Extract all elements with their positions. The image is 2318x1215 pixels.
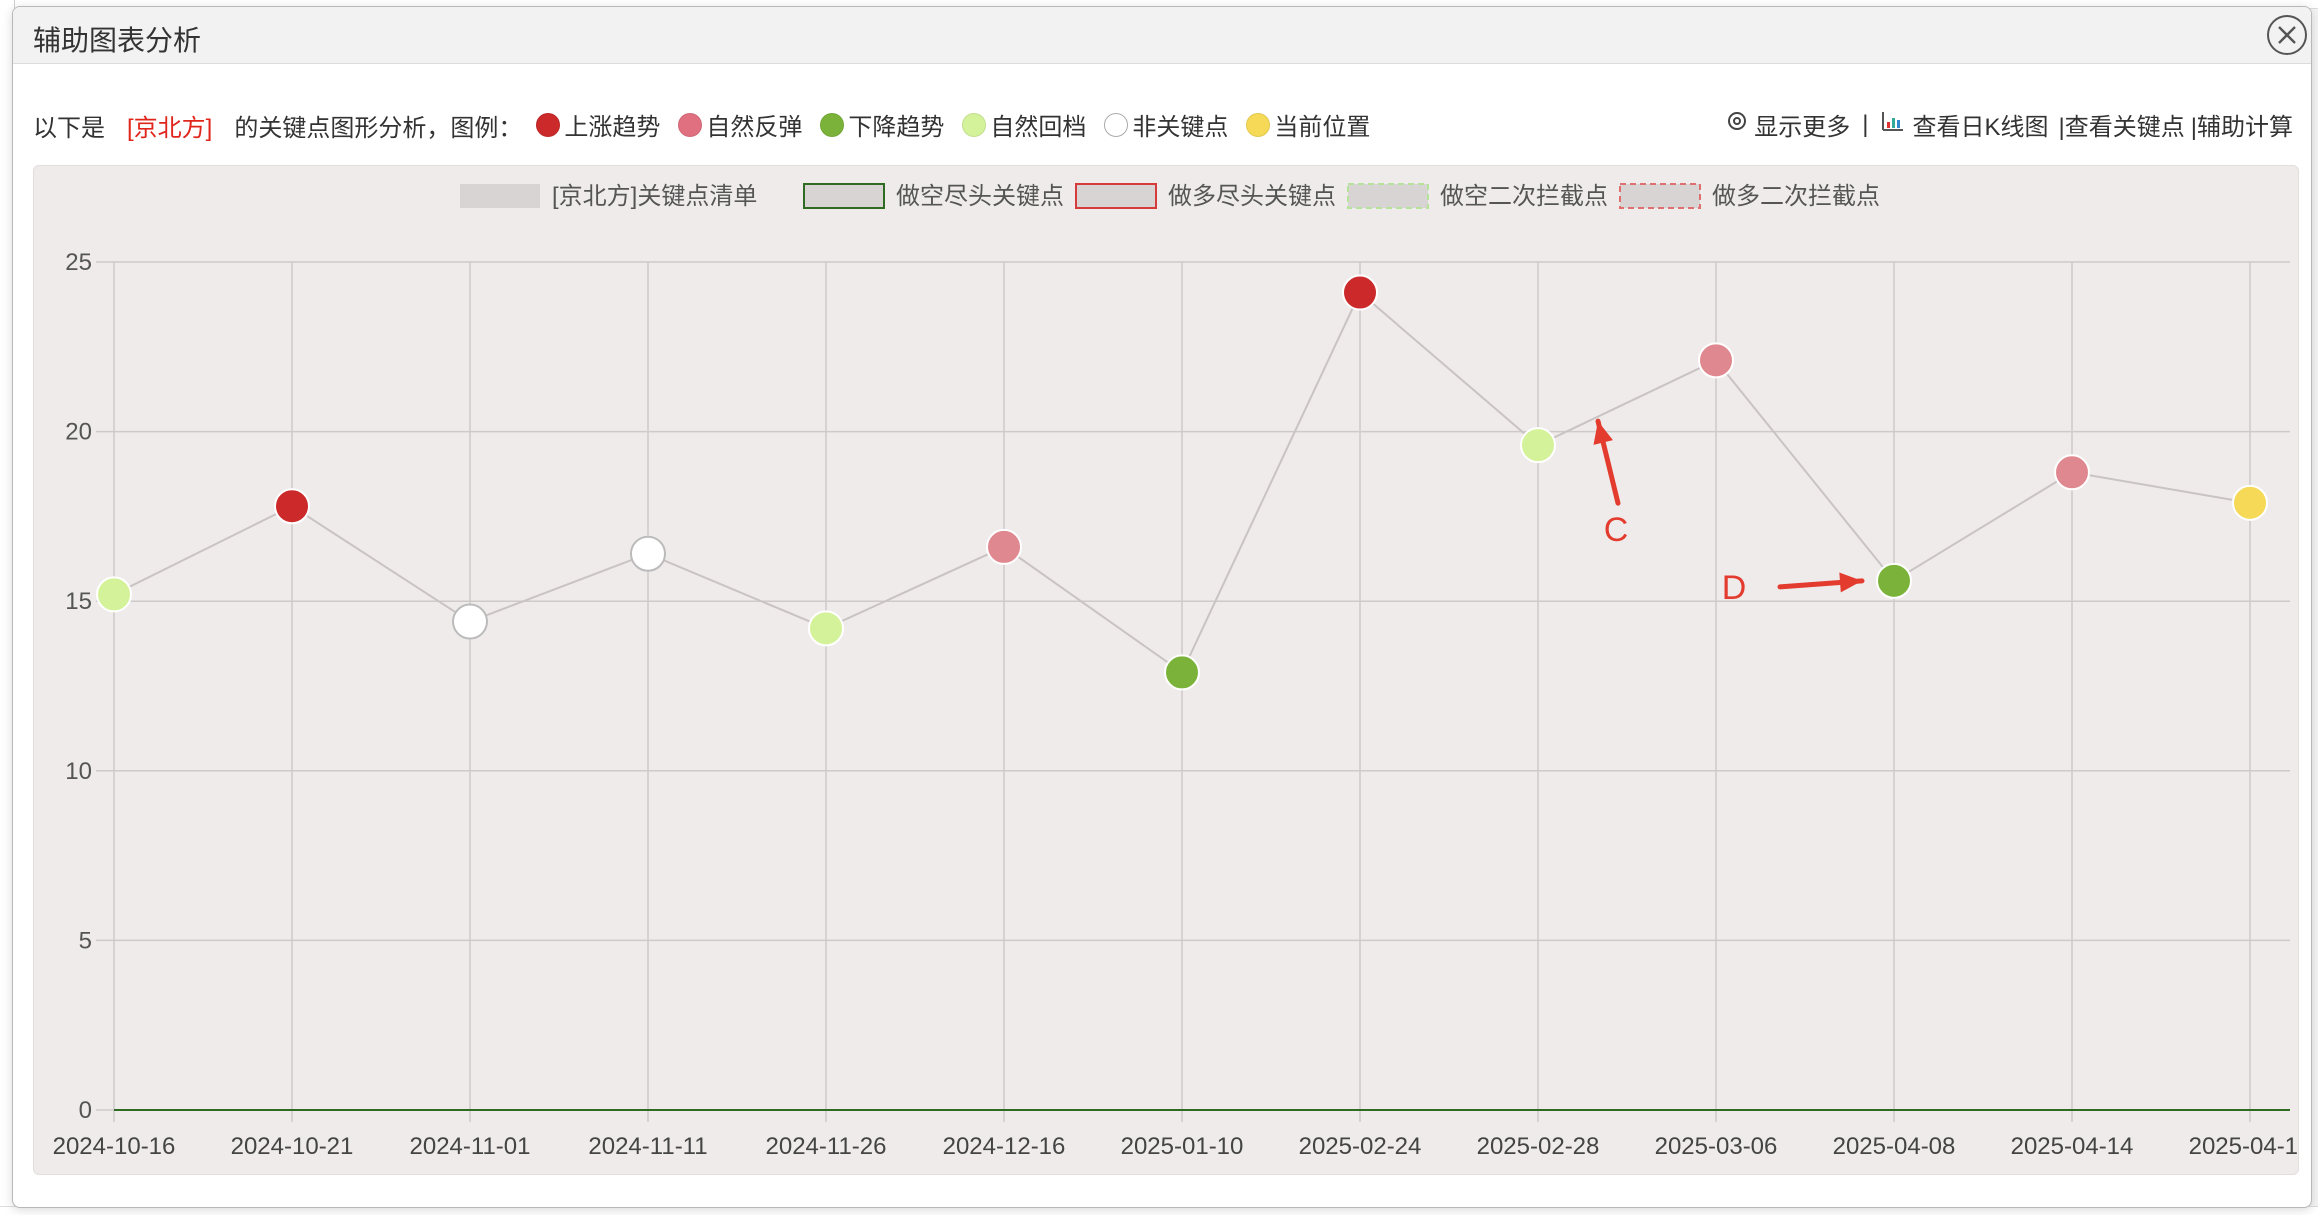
separator: | [1862,110,1869,138]
kline-chart-icon [1881,110,1905,139]
data-point [274,488,310,525]
legend-dot-icon [678,112,703,137]
x-tick-label: 2025-04-08 [1833,1133,1956,1160]
annotation-arrowhead [1839,572,1862,593]
data-point [1520,427,1556,464]
y-tick-label: 5 [79,927,92,954]
legend-swatch [1619,183,1701,209]
x-tick-label: 2024-10-16 [53,1133,176,1160]
x-tick-label: 2024-12-16 [943,1133,1066,1160]
auxiliary-calc-link[interactable]: |辅助计算 [2191,107,2293,142]
y-tick-label: 25 [65,249,92,276]
y-tick-label: 20 [65,419,92,446]
close-button[interactable] [2267,15,2307,55]
view-keypoints-link[interactable]: |查看关键点 [2059,107,2185,142]
annotation-label: C [1604,511,1629,549]
legend-dot-icon [536,112,561,137]
info-bar: 以下是 [京北方] 的关键点图形分析，图例： 上涨趋势 自然反弹 下降趋势 自然回档 非… [33,107,2293,143]
view-kline-link[interactable]: 查看日K线图 [1913,107,2049,142]
legend-label: 下降趋势 [848,114,945,141]
legend-dot-icon [962,112,987,137]
data-point [452,603,488,640]
info-suffix: 的关键点图形分析，图例： [234,114,523,142]
y-tick-label: 15 [65,588,92,615]
action-links: 显示更多 | 查看日K线图 |查看关键点 |辅助计算 [1726,107,2293,142]
dialog-title: 辅助图表分析 [33,25,202,56]
legend-dot-icon [1104,112,1129,137]
legend-label: 非关键点 [1132,114,1229,141]
y-tick-label: 0 [79,1097,92,1124]
legend-swatch [803,183,885,209]
data-point [2054,454,2090,491]
legend-item: 上涨趋势 [536,107,660,142]
legend-item: 自然回档 [962,107,1086,142]
close-icon [2278,26,2296,44]
legend-label: 做多尽头关键点 [1168,183,1336,210]
annotation-label: D [1722,569,1747,607]
legend-label: 做空尽头关键点 [896,183,1064,210]
x-tick-label: 2024-11-01 [410,1133,531,1160]
show-more-icon [1726,110,1748,139]
legend-item: 非关键点 [1104,107,1228,142]
data-point [1876,562,1912,599]
x-tick-label: 2025-02-28 [1477,1133,1600,1160]
data-point [1342,274,1378,311]
legend-swatch [1075,183,1157,209]
legend-swatch [460,184,540,208]
legend-item: 下降趋势 [820,107,944,142]
data-point [2232,484,2268,521]
legend-swatch [1347,183,1429,209]
stock-name: [京北方] [127,114,213,142]
x-tick-label: 2025-01-10 [1121,1133,1244,1160]
x-tick-label: 2025-04-17 [2189,1133,2298,1160]
info-prefix: 以下是 [33,114,105,142]
legend-label: 上涨趋势 [564,114,661,141]
legend-label: 自然反弹 [706,114,803,141]
data-point [96,576,132,613]
legend-item: 自然反弹 [678,107,802,142]
chart-dialog: 辅助图表分析 以下是 [京北方] 的关键点图形分析，图例： 上涨趋势 自然反弹 下降… [12,6,2312,1208]
x-tick-label: 2024-11-11 [588,1133,707,1160]
x-tick-label: 2024-11-26 [766,1133,887,1160]
point-type-legend: 上涨趋势 自然反弹 下降趋势 自然回档 非关键点 当前位置 [536,107,1388,144]
legend-label: [京北方]关键点清单 [552,183,757,210]
legend-label: 当前位置 [1274,114,1371,141]
data-point [808,610,844,647]
x-tick-label: 2025-02-24 [1299,1133,1422,1160]
data-point [986,528,1022,565]
data-point [630,535,666,572]
legend-item: 当前位置 [1246,107,1370,142]
data-point [1164,654,1200,691]
legend-label: 自然回档 [990,114,1087,141]
legend-label: 做空二次拦截点 [1440,183,1608,210]
x-tick-label: 2024-10-21 [231,1133,354,1160]
x-tick-label: 2025-04-14 [2011,1133,2134,1160]
legend-label: 做多二次拦截点 [1712,183,1880,210]
y-tick-label: 10 [65,758,92,785]
dialog-header: 辅助图表分析 [13,7,2311,64]
show-more-link[interactable]: 显示更多 [1754,107,1850,142]
x-tick-label: 2025-03-06 [1655,1133,1778,1160]
legend-dot-icon [820,112,845,137]
legend-description: 以下是 [京北方] 的关键点图形分析，图例： 上涨趋势 自然反弹 下降趋势 自然回档 非… [33,107,1388,144]
keypoint-line-chart: 0 5 10 15 20 25 2024-10-16 2024-10-21 2024-11-01… [53,183,2311,1160]
chart-panel: 0 5 10 15 20 25 2024-10-16 2024-10-21 2024-11-01… [33,165,2311,1175]
data-point [1698,342,1734,379]
legend-dot-icon [1246,112,1271,137]
